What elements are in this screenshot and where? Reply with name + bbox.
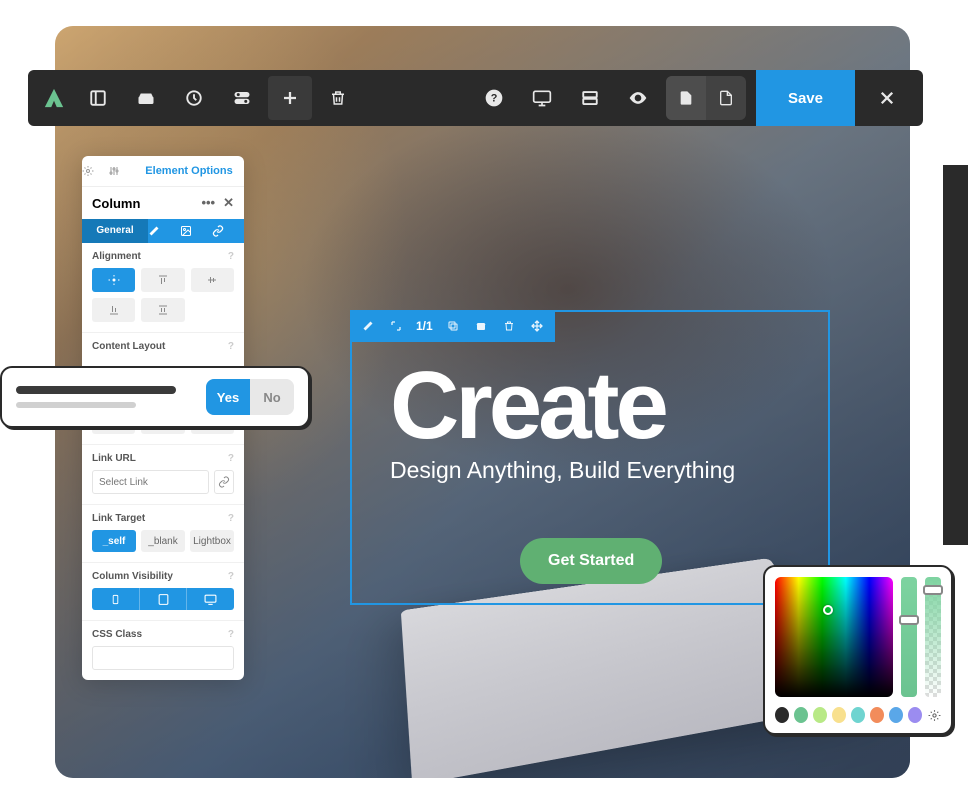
document-icon[interactable] bbox=[706, 76, 746, 120]
main-toolbar: ? Save bbox=[28, 70, 923, 126]
swatch[interactable] bbox=[908, 707, 922, 723]
toggles-icon[interactable] bbox=[220, 76, 264, 120]
help-icon[interactable]: ? bbox=[472, 76, 516, 120]
align-middle-button[interactable] bbox=[191, 268, 234, 292]
subtab-background-icon[interactable] bbox=[180, 219, 212, 243]
align-default-button[interactable] bbox=[92, 268, 135, 292]
target-lightbox-button[interactable]: Lightbox bbox=[190, 530, 234, 552]
close-icon[interactable] bbox=[865, 76, 909, 120]
subtab-general[interactable]: General bbox=[82, 219, 148, 243]
storage-icon[interactable] bbox=[124, 76, 168, 120]
hint-icon[interactable]: ? bbox=[228, 341, 234, 352]
link-picker-icon[interactable] bbox=[214, 470, 234, 494]
section-column-visibility: Column Visibility? bbox=[82, 563, 244, 621]
brand-logo-icon[interactable] bbox=[36, 80, 72, 116]
css-class-input[interactable] bbox=[92, 646, 234, 670]
preview-icon[interactable] bbox=[616, 76, 660, 120]
swatch-row bbox=[775, 707, 941, 723]
hue-thumb[interactable] bbox=[899, 615, 919, 625]
target-self-button[interactable]: _self bbox=[92, 530, 136, 552]
svg-text:?: ? bbox=[491, 92, 498, 104]
alpha-thumb[interactable] bbox=[923, 585, 943, 595]
element-options-tab[interactable]: Element Options bbox=[134, 156, 244, 186]
sliders-tab-icon[interactable] bbox=[108, 156, 134, 186]
trash-icon[interactable] bbox=[316, 76, 360, 120]
panel-header: Column ••• ✕ bbox=[82, 187, 244, 219]
right-rail bbox=[943, 165, 968, 545]
alpha-slider[interactable] bbox=[925, 577, 941, 697]
section-alignment: Alignment? bbox=[82, 243, 244, 333]
sv-cursor[interactable] bbox=[823, 605, 833, 615]
add-icon[interactable] bbox=[268, 76, 312, 120]
swatch[interactable] bbox=[832, 707, 846, 723]
hint-icon[interactable]: ? bbox=[228, 571, 234, 582]
layout-icon[interactable] bbox=[76, 76, 120, 120]
align-bottom-button[interactable] bbox=[92, 298, 135, 322]
copy-icon[interactable] bbox=[441, 314, 465, 338]
card-text-skeleton bbox=[16, 386, 194, 408]
move-icon[interactable] bbox=[525, 314, 549, 338]
no-button[interactable]: No bbox=[250, 379, 294, 415]
vis-desktop-button[interactable] bbox=[186, 588, 234, 610]
panel-close-icon[interactable]: ✕ bbox=[223, 195, 234, 211]
expand-icon[interactable] bbox=[384, 314, 408, 338]
subtab-design-icon[interactable] bbox=[148, 219, 180, 243]
history-icon[interactable] bbox=[172, 76, 216, 120]
edit-icon[interactable] bbox=[356, 314, 380, 338]
swatch[interactable] bbox=[775, 707, 789, 723]
subtab-link-icon[interactable] bbox=[212, 219, 244, 243]
panel-subtabs: General bbox=[82, 219, 244, 243]
vis-phone-button[interactable] bbox=[92, 588, 139, 610]
link-url-input[interactable] bbox=[92, 470, 209, 494]
color-picker bbox=[763, 565, 953, 735]
content-layout-label: Content Layout bbox=[92, 341, 165, 352]
element-floatbar: 1/1 bbox=[350, 310, 555, 342]
vis-tablet-button[interactable] bbox=[139, 588, 187, 610]
panel-title: Column bbox=[92, 196, 140, 211]
align-stretch-button[interactable] bbox=[141, 298, 184, 322]
delete-element-icon[interactable] bbox=[497, 314, 521, 338]
panel-top-tabs: Element Options bbox=[82, 156, 244, 187]
swatch[interactable] bbox=[870, 707, 884, 723]
rows-icon[interactable] bbox=[568, 76, 612, 120]
file-icon[interactable] bbox=[666, 76, 706, 120]
hint-icon[interactable]: ? bbox=[228, 513, 234, 524]
swatch[interactable] bbox=[813, 707, 827, 723]
swatch[interactable] bbox=[851, 707, 865, 723]
column-visibility-label: Column Visibility bbox=[92, 571, 173, 582]
save-element-icon[interactable] bbox=[469, 314, 493, 338]
yes-no-toggle: Yes No bbox=[206, 379, 294, 415]
more-icon[interactable]: ••• bbox=[201, 195, 215, 211]
hint-icon[interactable]: ? bbox=[228, 629, 234, 640]
css-class-label: CSS Class bbox=[92, 629, 142, 640]
link-target-label: Link Target bbox=[92, 513, 145, 524]
align-top-button[interactable] bbox=[141, 268, 184, 292]
section-link-target: Link Target? _self _blank Lightbox bbox=[82, 505, 244, 563]
settings-tab-icon[interactable] bbox=[82, 156, 108, 186]
swatch-settings-icon[interactable] bbox=[927, 707, 941, 723]
target-blank-button[interactable]: _blank bbox=[141, 530, 185, 552]
section-css-class: CSS Class? bbox=[82, 621, 244, 680]
selection-frame[interactable]: 1/1 bbox=[350, 310, 830, 605]
hint-icon[interactable]: ? bbox=[228, 453, 234, 464]
confirm-card: Yes No bbox=[0, 366, 310, 428]
desktop-icon[interactable] bbox=[520, 76, 564, 120]
hue-slider[interactable] bbox=[901, 577, 917, 697]
link-url-label: Link URL bbox=[92, 453, 136, 464]
hint-icon[interactable]: ? bbox=[228, 251, 234, 262]
section-link-url: Link URL? bbox=[82, 445, 244, 505]
swatch[interactable] bbox=[889, 707, 903, 723]
saturation-value-area[interactable] bbox=[775, 577, 893, 697]
save-button[interactable]: Save bbox=[756, 70, 855, 126]
yes-button[interactable]: Yes bbox=[206, 379, 250, 415]
swatch[interactable] bbox=[794, 707, 808, 723]
element-counter: 1/1 bbox=[412, 319, 437, 333]
alignment-label: Alignment bbox=[92, 251, 141, 262]
document-group bbox=[666, 76, 746, 120]
